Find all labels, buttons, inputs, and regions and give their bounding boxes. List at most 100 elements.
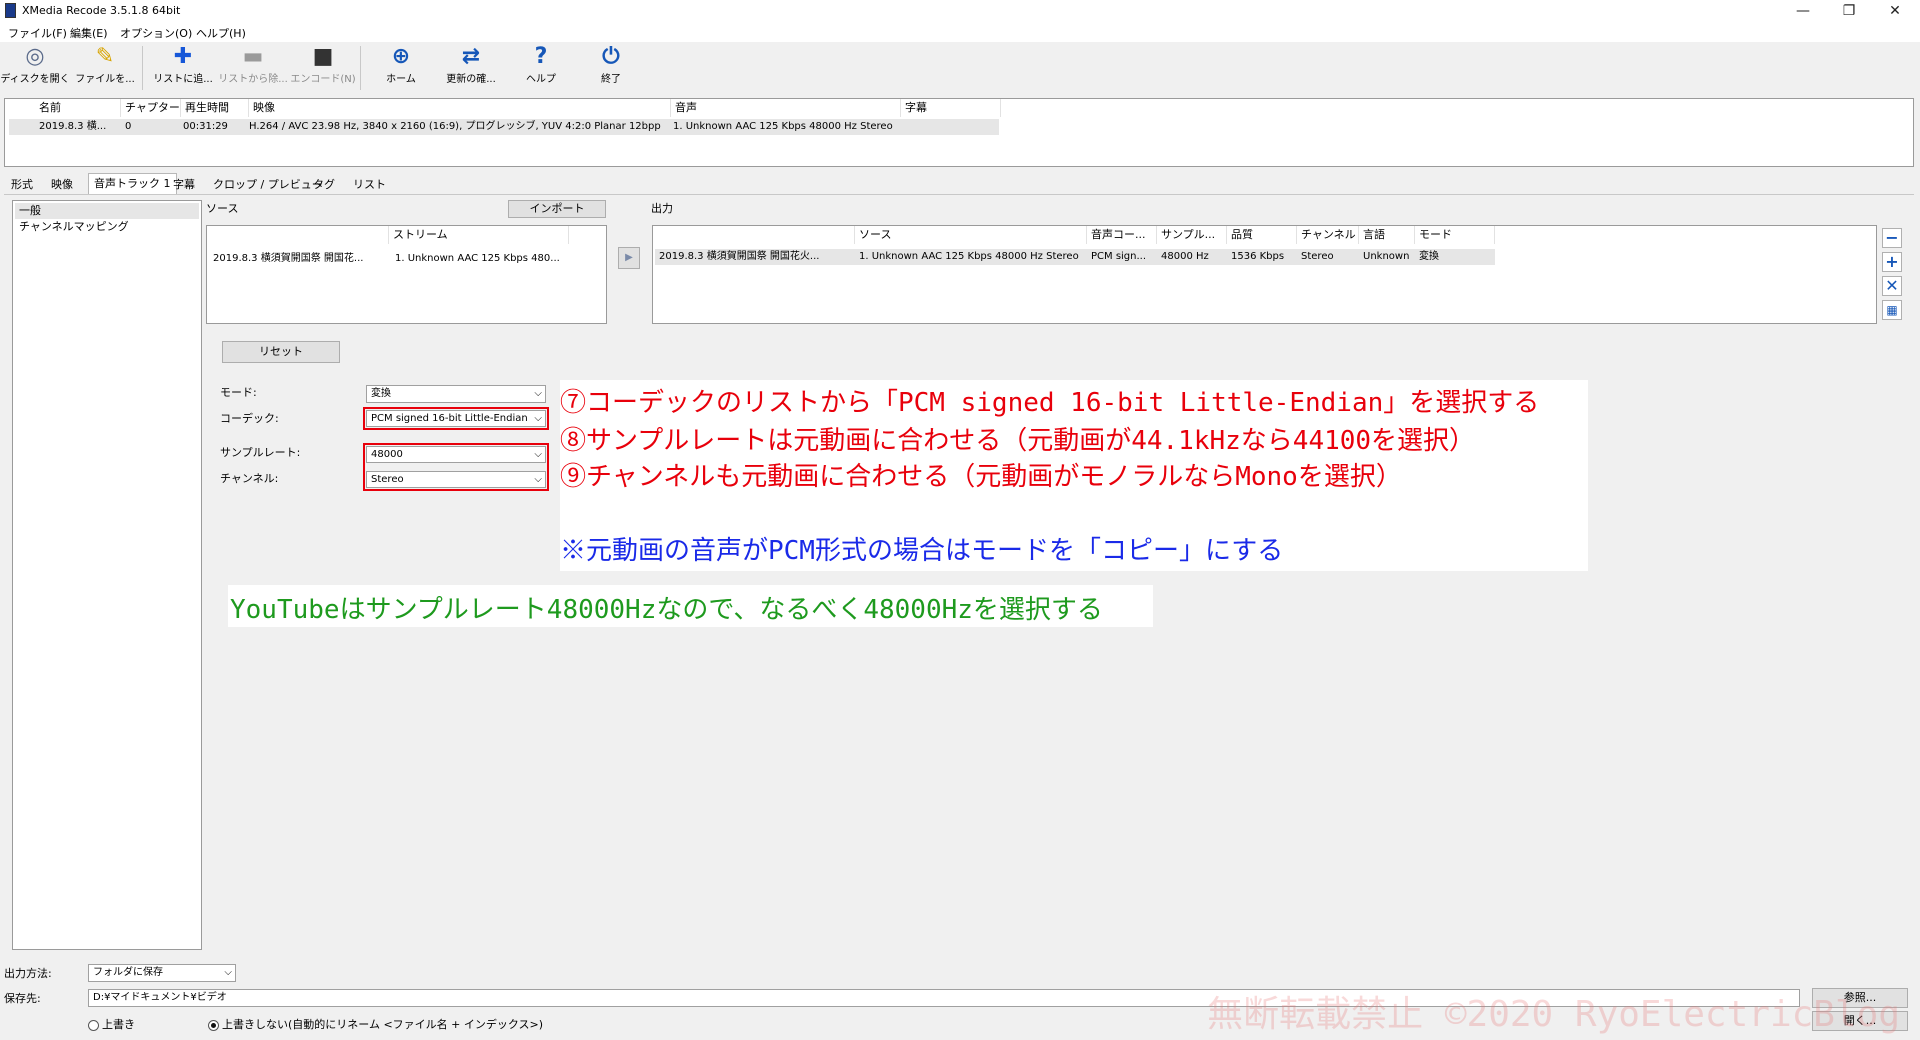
output-row-source: 1. Unknown AAC 125 Kbps 48000 Hz Stereo xyxy=(859,251,1079,262)
remove-stream-button[interactable]: − xyxy=(1882,228,1902,248)
source-row-name: 2019.8.3 横須賀開国祭 開国花... xyxy=(213,253,364,264)
row-duration: 00:31:29 xyxy=(183,121,228,132)
no-overwrite-radio[interactable]: 上書きしない(自動的にリネーム <ファイル名 + インデックス>) xyxy=(208,1016,543,1032)
minimize-button[interactable]: — xyxy=(1780,0,1826,22)
open-file-icon: ✎ xyxy=(95,44,115,69)
toolbar-separator xyxy=(142,46,143,90)
source-row-stream: 1. Unknown AAC 125 Kbps 480... xyxy=(395,253,560,264)
power-icon: ⏻ xyxy=(602,44,620,69)
tab-bar: 形式 映像 音声トラック 1 字幕 クロップ / プレビュー タグ リスト xyxy=(4,173,404,194)
output-header-mode[interactable]: モード xyxy=(1415,226,1495,244)
encode-icon: ■ xyxy=(312,44,334,69)
column-header-video[interactable]: 映像 xyxy=(249,99,671,117)
overwrite-radio[interactable]: 上書き xyxy=(88,1016,135,1032)
chevron-down-icon: ⌵ xyxy=(534,413,542,424)
nav-item-channel-mapping[interactable]: チャンネルマッピング xyxy=(15,219,199,235)
youtube-annotation: YouTubeはサンプルレート48000Hzなので、なるべく48000Hzを選択… xyxy=(228,585,1153,627)
add-to-list-icon: ✚ xyxy=(173,44,193,69)
channel-label: チャンネル: xyxy=(220,472,279,485)
encode-button[interactable]: ■ エンコード(N) xyxy=(288,44,358,92)
tab-subtitle[interactable]: 字幕 xyxy=(168,175,200,194)
check-update-button[interactable]: ⇄ 更新の確... xyxy=(436,44,506,92)
output-header-codec[interactable]: 音声コー... xyxy=(1087,226,1157,244)
output-row-quality: 1536 Kbps xyxy=(1231,251,1285,262)
chevron-down-icon: ⌵ xyxy=(224,967,232,978)
output-method-select[interactable]: フォルダに保存 ⌵ xyxy=(88,964,236,982)
menu-edit[interactable]: 編集(E) xyxy=(70,25,108,41)
menu-options[interactable]: オプション(O) xyxy=(120,25,192,41)
codec-select[interactable]: PCM signed 16-bit Little-Endian ⌵ xyxy=(366,410,546,427)
source-header-stream[interactable]: ストリーム xyxy=(389,226,569,244)
minus-icon: − xyxy=(1885,228,1899,247)
settings-tree[interactable]: 一般 チャンネルマッピング xyxy=(12,200,202,950)
import-button[interactable]: インポート xyxy=(508,200,606,218)
source-header-name[interactable] xyxy=(207,226,389,244)
column-header-audio[interactable]: 音声 xyxy=(671,99,901,117)
tab-audio-track[interactable]: 音声トラック 1 xyxy=(88,173,177,194)
output-row-channel: Stereo xyxy=(1301,251,1334,262)
clear-streams-button[interactable]: ✕ xyxy=(1882,276,1902,296)
annotation-step9: ⑨チャンネルも元動画に合わせる（元動画がモノラルならMonoを選択） xyxy=(560,462,1402,492)
cross-icon: ✕ xyxy=(1885,276,1899,295)
row-name: 2019.8.3 横... xyxy=(39,121,107,132)
mode-label: モード: xyxy=(220,386,257,399)
column-header-name[interactable]: 名前 xyxy=(35,99,121,117)
remove-from-list-icon: ▬ xyxy=(242,44,264,69)
tab-format[interactable]: 形式 xyxy=(6,175,38,194)
mode-select[interactable]: 変換 ⌵ xyxy=(366,385,546,403)
tab-tag[interactable]: タグ xyxy=(308,175,340,194)
remove-from-list-button[interactable]: ▬ リストから除... xyxy=(218,44,288,92)
output-header-source[interactable]: ソース xyxy=(855,226,1087,244)
radio-icon xyxy=(88,1019,99,1031)
menu-bar: ファイル(F) 編集(E) オプション(O) ヘルプ(H) xyxy=(0,22,1920,42)
output-stream-list[interactable]: ソース 音声コー... サンプル... 品質 チャンネル 言語 モード 2019… xyxy=(652,225,1877,324)
help-icon: ? xyxy=(534,44,548,69)
help-button[interactable]: ? ヘルプ xyxy=(506,44,576,92)
column-header-subtitle[interactable]: 字幕 xyxy=(901,99,1001,117)
disc-icon: ◎ xyxy=(25,44,45,69)
source-stream-list[interactable]: ストリーム 2019.8.3 横須賀開国祭 開国花... 1. Unknown … xyxy=(206,225,607,324)
reset-button[interactable]: リセット xyxy=(222,341,340,363)
stream-settings-button[interactable]: ▦ xyxy=(1882,300,1902,320)
menu-file[interactable]: ファイル(F) xyxy=(8,25,67,41)
samplerate-select[interactable]: 48000 ⌵ xyxy=(366,446,546,463)
annotation-note: ※元動画の音声がPCM形式の場合はモードを「コピー」にする xyxy=(560,536,1284,566)
output-row-codec: PCM sign... xyxy=(1091,251,1147,262)
output-label: 出力 xyxy=(651,202,673,215)
output-row-language: Unknown xyxy=(1363,251,1410,262)
watermark: 無断転載禁止 ©2020 RyoElectricBlog xyxy=(1207,994,1900,1035)
add-stream-button[interactable]: + xyxy=(1882,252,1902,272)
add-to-output-button[interactable]: ▶ xyxy=(618,247,640,269)
exit-button[interactable]: ⏻ 終了 xyxy=(576,44,646,92)
open-disc-button[interactable]: ◎ ディスクを開く xyxy=(0,44,70,92)
file-list[interactable]: 名前 チャプター 再生時間 映像 音声 字幕 2019.8.3 横... 0 0… xyxy=(4,98,1914,167)
output-header-quality[interactable]: 品質 xyxy=(1227,226,1297,244)
close-button[interactable]: ✕ xyxy=(1872,0,1918,22)
column-header-duration[interactable]: 再生時間 xyxy=(181,99,249,117)
grid-icon: ▦ xyxy=(1886,303,1898,317)
output-header-channel[interactable]: チャンネル xyxy=(1297,226,1359,244)
toolbar: ◎ ディスクを開く ✎ ファイルを... ✚ リストに追... ▬ リストから除... … xyxy=(0,42,1920,94)
arrow-right-icon: ▶ xyxy=(625,252,633,263)
menu-help[interactable]: ヘルプ(H) xyxy=(196,25,246,41)
channel-select[interactable]: Stereo ⌵ xyxy=(366,471,546,488)
home-button[interactable]: ⊕ ホーム xyxy=(366,44,436,92)
open-file-button[interactable]: ✎ ファイルを... xyxy=(70,44,140,92)
output-row-samplerate: 48000 Hz xyxy=(1161,251,1209,262)
radio-selected-icon xyxy=(208,1019,219,1031)
nav-item-general[interactable]: 一般 xyxy=(15,203,199,219)
output-header-language[interactable]: 言語 xyxy=(1359,226,1415,244)
add-to-list-button[interactable]: ✚ リストに追... xyxy=(148,44,218,92)
restore-button[interactable]: ❐ xyxy=(1826,0,1872,22)
codec-label: コーデック: xyxy=(220,412,279,425)
tab-video[interactable]: 映像 xyxy=(46,175,78,194)
samplerate-label: サンプルレート: xyxy=(220,446,301,459)
output-header-samplerate[interactable]: サンプル... xyxy=(1157,226,1227,244)
globe-icon: ⊕ xyxy=(391,44,411,69)
app-icon xyxy=(5,3,16,18)
chevron-down-icon: ⌵ xyxy=(534,449,542,460)
column-header-chapter[interactable]: チャプター xyxy=(121,99,181,117)
output-header-name[interactable] xyxy=(653,226,855,244)
instruction-annotation: ⑦コーデックのリストから「PCM signed 16-bit Little-En… xyxy=(560,380,1588,571)
tab-list[interactable]: リスト xyxy=(348,175,391,194)
